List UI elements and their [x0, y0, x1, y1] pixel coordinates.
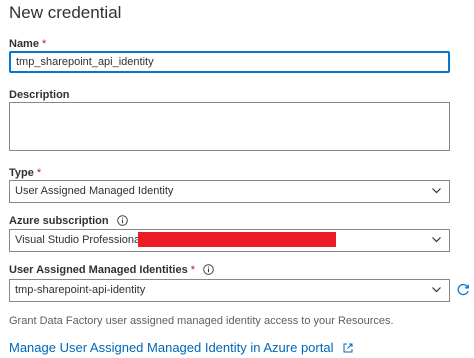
name-required-mark: * — [41, 38, 47, 50]
manage-identity-link[interactable]: Manage User Assigned Managed Identity in… — [9, 340, 353, 355]
chevron-down-icon — [432, 287, 441, 293]
identity-access-hint: Grant Data Factory user assigned managed… — [9, 315, 394, 327]
identities-dropdown-value: tmp-sharepoint-api-identity — [15, 284, 146, 296]
description-textarea[interactable] — [9, 102, 450, 151]
subscription-dropdown-value: Visual Studio Professional — [15, 234, 143, 246]
refresh-icon[interactable] — [456, 283, 470, 297]
name-label-text: Name — [9, 38, 39, 50]
chevron-down-icon — [432, 188, 441, 194]
manage-identity-link-text: Manage User Assigned Managed Identity in… — [9, 340, 334, 355]
type-dropdown-value: User Assigned Managed Identity — [15, 185, 174, 197]
name-label: Name * — [9, 38, 46, 50]
subscription-label-text: Azure subscription — [9, 215, 109, 227]
type-label: Type * — [9, 167, 41, 179]
info-icon[interactable] — [116, 215, 128, 226]
info-icon[interactable] — [203, 264, 214, 275]
type-dropdown[interactable]: User Assigned Managed Identity — [9, 180, 450, 203]
type-required-mark: * — [36, 167, 42, 179]
identities-dropdown[interactable]: tmp-sharepoint-api-identity — [9, 279, 450, 302]
external-link-icon — [343, 343, 353, 353]
redaction-bar — [138, 232, 336, 247]
name-input[interactable] — [9, 51, 450, 73]
type-label-text: Type — [9, 167, 34, 179]
identities-label: User Assigned Managed Identities * — [9, 264, 214, 276]
identities-required-mark: * — [190, 264, 195, 276]
identities-label-text: User Assigned Managed Identities — [9, 264, 188, 276]
panel-title: New credential — [9, 3, 122, 22]
chevron-down-icon — [432, 237, 441, 243]
subscription-label: Azure subscription — [9, 215, 128, 227]
description-label: Description — [9, 89, 70, 101]
